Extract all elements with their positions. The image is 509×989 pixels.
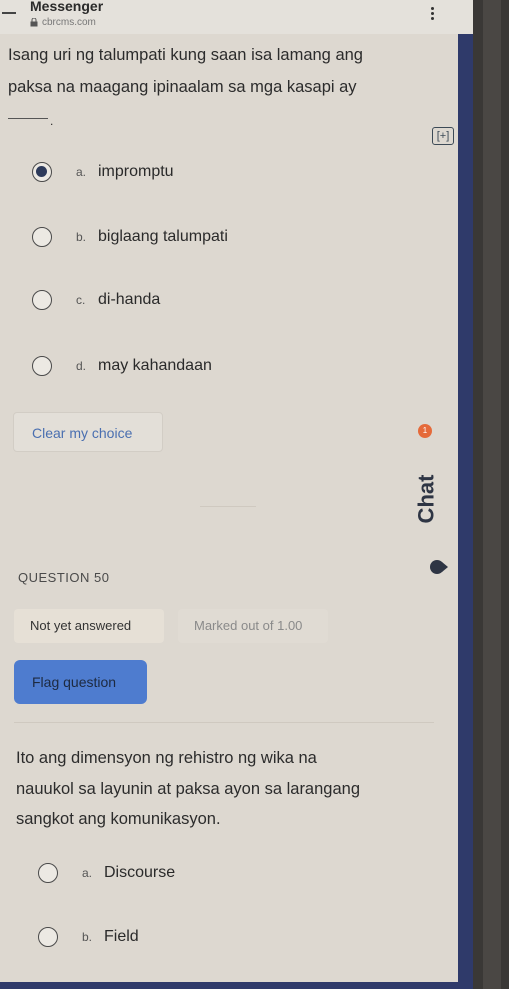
question-text-line: Ito ang dimensyon ng rehistro ng wika na xyxy=(16,749,317,767)
option-a[interactable]: a. impromptu xyxy=(32,158,174,186)
clear-choice-button[interactable]: Clear my choice xyxy=(13,412,163,452)
chat-tab[interactable]: 1 Chat xyxy=(408,424,458,580)
radio-button[interactable] xyxy=(32,290,52,310)
question-text-line: paksa na maagang ipinaalam sa mga kasapi… xyxy=(8,78,357,96)
option-text: may kahandaan xyxy=(98,357,212,374)
status-badge: Not yet answered xyxy=(14,609,164,643)
option-letter: c. xyxy=(76,293,86,307)
messenger-header: Messenger cbrcms.com xyxy=(0,0,509,34)
option-a[interactable]: a. Discourse xyxy=(38,859,175,887)
back-icon[interactable] xyxy=(2,12,16,14)
side-strip xyxy=(458,34,473,989)
quiz-content: Isang uri ng talumpati kung saan isa lam… xyxy=(0,34,458,989)
chat-bubble-icon xyxy=(430,560,448,574)
question-number: QUESTION 50 xyxy=(18,570,110,585)
marks-badge: Marked out of 1.00 xyxy=(178,609,328,643)
more-options-icon[interactable] xyxy=(430,6,434,22)
blank-period: . xyxy=(50,114,54,128)
page-url: cbrcms.com xyxy=(42,17,96,28)
option-text: Discourse xyxy=(104,864,176,881)
chat-badge: 1 xyxy=(418,424,432,438)
app-title: Messenger xyxy=(30,0,104,14)
radio-button[interactable] xyxy=(38,863,58,883)
option-d[interactable]: d. may kahandaan xyxy=(32,352,212,380)
option-text: di-handa xyxy=(98,291,161,308)
url-row: cbrcms.com xyxy=(30,17,96,28)
radio-button[interactable] xyxy=(32,162,52,182)
device-edge xyxy=(473,0,509,989)
option-letter: a. xyxy=(82,866,93,880)
bracket-icon[interactable]: [+] xyxy=(432,127,454,145)
radio-button[interactable] xyxy=(32,227,52,247)
option-b[interactable]: b. Field xyxy=(38,923,139,951)
question-text-line: sangkot ang komunikasyon. xyxy=(16,810,221,828)
option-b[interactable]: b. biglaang talumpati xyxy=(32,223,228,251)
flag-question-button[interactable]: Flag question xyxy=(14,660,147,704)
option-text: impromptu xyxy=(98,163,174,180)
question-text-line: nauukol sa layunin at paksa ayon sa lara… xyxy=(16,780,360,798)
option-letter: d. xyxy=(76,359,87,373)
lock-icon xyxy=(30,18,38,27)
radio-button[interactable] xyxy=(38,927,58,947)
divider xyxy=(14,722,434,723)
option-text: biglaang talumpati xyxy=(98,228,228,245)
question-text-line: Isang uri ng talumpati kung saan isa lam… xyxy=(8,46,363,64)
divider xyxy=(200,506,256,507)
chat-label: Chat xyxy=(413,474,439,524)
option-text: Field xyxy=(104,928,139,945)
option-letter: b. xyxy=(76,230,87,244)
bottom-bar xyxy=(0,982,473,989)
answer-blank xyxy=(8,118,48,119)
option-letter: b. xyxy=(82,930,93,944)
option-letter: a. xyxy=(76,165,87,179)
radio-button[interactable] xyxy=(32,356,52,376)
option-c[interactable]: c. di-handa xyxy=(32,286,160,314)
